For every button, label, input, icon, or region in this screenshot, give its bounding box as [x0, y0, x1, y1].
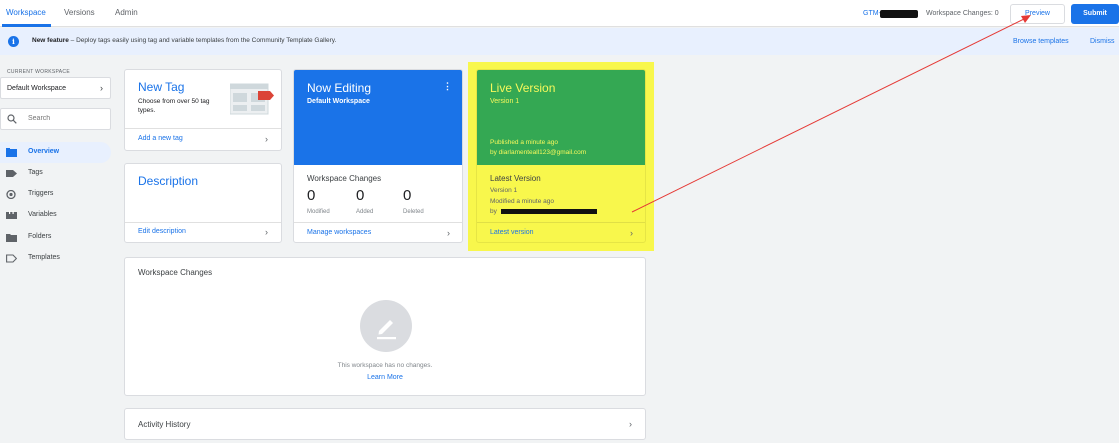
- chevron-right-icon: ›: [629, 419, 632, 429]
- description-title: Description: [138, 174, 199, 188]
- now-editing-card[interactable]: Now Editing Default Workspace ⋮ Workspac…: [293, 69, 463, 243]
- container-id[interactable]: GTM-: [863, 10, 881, 17]
- published-by: by diarlamenteall123@gmail.com: [490, 149, 587, 156]
- modified-count: 0: [307, 187, 316, 204]
- new-tag-card[interactable]: New Tag Choose from over 50 tag types. A…: [124, 69, 282, 151]
- tag-icon: [6, 170, 17, 177]
- workspace-changes-title: Workspace Changes: [307, 174, 382, 183]
- edit-icon: [377, 320, 396, 340]
- description-card[interactable]: Description Edit description ›: [124, 163, 282, 243]
- live-version-card[interactable]: Live Version Version 1 Published a minut…: [476, 69, 646, 243]
- manage-workspaces-link[interactable]: Manage workspaces: [307, 229, 371, 236]
- workspace-selector[interactable]: Default Workspace ›: [0, 77, 111, 99]
- search-box[interactable]: [0, 108, 111, 130]
- chevron-right-icon: ›: [265, 227, 268, 237]
- latest-version-link[interactable]: Latest version: [490, 229, 534, 236]
- card-divider: [125, 222, 281, 223]
- sidebar-item-triggers[interactable]: Triggers: [0, 184, 111, 205]
- latest-version-number: Version 1: [490, 187, 518, 194]
- current-workspace-name: Default Workspace: [307, 98, 370, 105]
- published-time: Published a minute ago: [490, 139, 558, 146]
- chevron-right-icon: ›: [265, 134, 268, 144]
- activity-history-title: Activity History: [138, 420, 191, 429]
- redaction-mark: [880, 10, 918, 18]
- live-version-title: Live Version: [490, 81, 556, 95]
- sidebar-item-folders[interactable]: Folders: [0, 227, 111, 248]
- sidebar-item-label: Variables: [28, 211, 57, 218]
- tab-workspace[interactable]: Workspace: [6, 8, 46, 17]
- search-icon: [7, 114, 17, 124]
- add-new-tag-link[interactable]: Add a new tag: [138, 135, 183, 142]
- more-vert-icon[interactable]: ⋮: [443, 81, 452, 92]
- learn-more-link[interactable]: Learn More: [125, 374, 645, 381]
- preview-button[interactable]: Preview: [1010, 4, 1065, 24]
- modified-by: by: [490, 208, 497, 215]
- new-tag-title: New Tag: [138, 80, 185, 94]
- now-editing-title: Now Editing: [307, 81, 372, 95]
- info-icon: i: [8, 36, 19, 47]
- top-bar: Workspace Versions Admin GTM- Workspace …: [0, 0, 1119, 27]
- live-version-number: Version 1: [490, 98, 520, 105]
- sidebar-item-tags[interactable]: Tags: [0, 163, 111, 184]
- sidebar-item-label: Overview: [28, 148, 60, 155]
- sidebar-item-label: Triggers: [28, 190, 54, 197]
- browse-templates-link[interactable]: Browse templates: [1013, 38, 1069, 45]
- templates-icon: [6, 254, 17, 263]
- card-divider: [294, 222, 462, 223]
- sidebar-item-templates[interactable]: Templates: [0, 248, 111, 269]
- modified-time: Modified a minute ago: [490, 198, 554, 205]
- chevron-right-icon: ›: [100, 83, 103, 93]
- chevron-right-icon: ›: [630, 228, 633, 238]
- sidebar-item-variables[interactable]: Variables: [0, 205, 111, 226]
- latest-version-title: Latest Version: [490, 174, 541, 183]
- sidebar-item-label: Tags: [28, 169, 43, 176]
- activity-history-card[interactable]: Activity History ›: [124, 408, 646, 440]
- workspace-changes-card-title: Workspace Changes: [138, 268, 213, 277]
- tab-admin[interactable]: Admin: [115, 8, 138, 17]
- tab-versions[interactable]: Versions: [64, 8, 95, 17]
- empty-state-circle: [360, 300, 412, 352]
- sidebar-item-overview[interactable]: Overview: [0, 142, 111, 163]
- new-tag-description: Choose from over 50 tag types.: [138, 98, 210, 114]
- added-count: 0: [356, 187, 365, 204]
- tag-illustration-icon: [230, 83, 274, 115]
- card-divider: [125, 128, 281, 129]
- feature-banner: i New feature – Deploy tags easily using…: [0, 28, 1119, 55]
- deleted-count: 0: [403, 187, 412, 204]
- added-label: Added: [356, 209, 374, 215]
- active-tab-indicator: [2, 24, 51, 27]
- current-workspace-label: CURRENT WORKSPACE: [7, 69, 70, 75]
- workspace-changes-card: Workspace Changes This workspace has no …: [124, 257, 646, 396]
- banner-title: New feature: [32, 37, 69, 44]
- edit-description-link[interactable]: Edit description: [138, 228, 186, 235]
- redaction-mark: [501, 209, 597, 214]
- modified-label: Modified: [307, 209, 330, 215]
- banner-message: – Deploy tags easily using tag and varia…: [68, 37, 337, 44]
- workspace-changes-count: Workspace Changes: 0: [926, 10, 999, 17]
- dismiss-link[interactable]: Dismiss: [1090, 38, 1115, 45]
- search-input[interactable]: [28, 115, 108, 122]
- card-divider: [477, 222, 645, 223]
- sidebar-item-label: Folders: [28, 233, 52, 240]
- empty-state-text: This workspace has no changes.: [337, 362, 433, 369]
- submit-button[interactable]: Submit: [1071, 4, 1119, 24]
- overview-icon: [6, 148, 17, 157]
- variables-icon: [6, 211, 17, 219]
- deleted-label: Deleted: [403, 209, 424, 215]
- chevron-right-icon: ›: [447, 228, 450, 238]
- trigger-icon: [6, 190, 16, 199]
- folder-icon: [6, 234, 17, 242]
- workspace-name: Default Workspace: [7, 85, 67, 92]
- banner-text: New feature – Deploy tags easily using t…: [32, 37, 336, 44]
- sidebar-item-label: Templates: [28, 254, 60, 261]
